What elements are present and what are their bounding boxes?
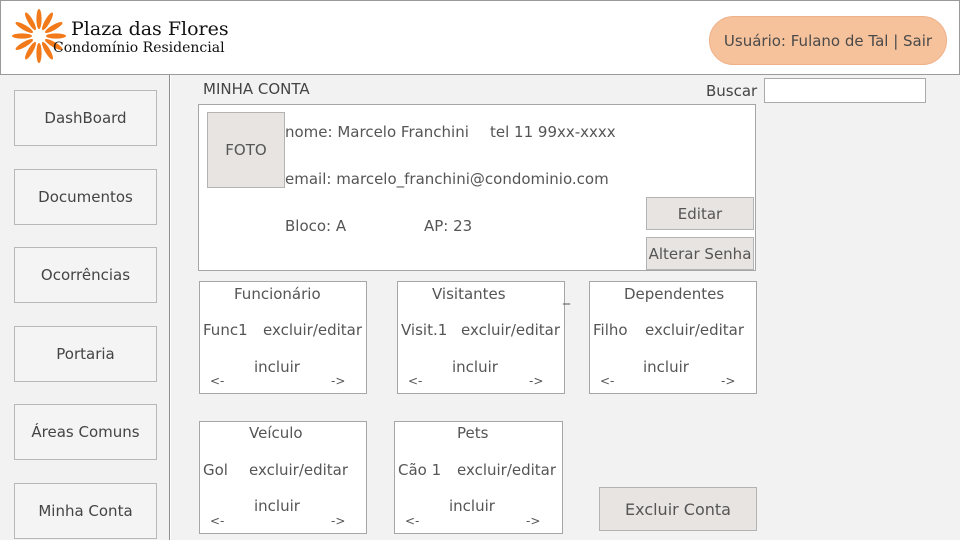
profile-photo: FOTO xyxy=(207,112,285,188)
pets-include-link[interactable]: incluir xyxy=(449,497,495,515)
profile-apartment: AP: 23 xyxy=(424,217,473,235)
veiculo-prev-arrow[interactable]: <- xyxy=(210,514,224,528)
edit-button[interactable]: Editar xyxy=(646,197,754,230)
visitantes-next-arrow[interactable]: -> xyxy=(529,374,543,388)
funcionario-include-link[interactable]: incluir xyxy=(254,358,300,376)
profile-phone: tel 11 99xx-xxxx xyxy=(490,123,616,141)
sidebar-item-dashboard[interactable]: DashBoard xyxy=(14,90,157,146)
sidebar-item-minha-conta[interactable]: Minha Conta xyxy=(14,483,157,539)
visitantes-include-link[interactable]: incluir xyxy=(452,358,498,376)
pets-item: Cão 1 xyxy=(398,461,442,479)
profile-block: Bloco: A xyxy=(285,217,347,235)
dependentes-edit-link[interactable]: excluir/editar xyxy=(645,321,744,339)
delete-account-button[interactable]: Excluir Conta xyxy=(599,487,757,531)
visitantes-prev-arrow[interactable]: <- xyxy=(408,374,422,388)
veiculo-next-arrow[interactable]: -> xyxy=(331,514,345,528)
funcionario-prev-arrow[interactable]: <- xyxy=(210,374,224,388)
veiculo-include-link[interactable]: incluir xyxy=(254,497,300,515)
sidebar-item-ocorrencias[interactable]: Ocorrências xyxy=(14,247,157,303)
dependentes-prev-arrow[interactable]: <- xyxy=(600,374,614,388)
veiculo-edit-link[interactable]: excluir/editar xyxy=(249,461,348,479)
pets-title: Pets xyxy=(457,424,489,442)
page-title: MINHA CONTA xyxy=(203,80,310,98)
visitantes-edit-link[interactable]: excluir/editar xyxy=(461,321,560,339)
search-input[interactable] xyxy=(764,78,926,103)
veiculo-item: Gol xyxy=(203,461,228,479)
funcionario-item: Func1 xyxy=(203,321,248,339)
header: Plaza das Flores Condomínio Residencial … xyxy=(0,0,960,75)
brand-subtitle: Condomínio Residencial xyxy=(53,40,225,56)
sidebar-item-areas-comuns[interactable]: Áreas Comuns xyxy=(14,404,157,460)
dependentes-next-arrow[interactable]: -> xyxy=(721,374,735,388)
stray-mark: _ xyxy=(563,289,570,305)
pets-next-arrow[interactable]: -> xyxy=(526,514,540,528)
brand-title: Plaza das Flores xyxy=(71,18,229,40)
search-label: Buscar xyxy=(706,82,758,100)
user-logout-pill[interactable]: Usuário: Fulano de Tal | Sair xyxy=(709,16,947,65)
veiculo-title: Veículo xyxy=(249,424,303,442)
funcionario-edit-link[interactable]: excluir/editar xyxy=(263,321,362,339)
sidebar-item-documentos[interactable]: Documentos xyxy=(14,169,157,225)
profile-name: nome: Marcelo Franchini xyxy=(285,123,469,141)
sidebar-item-portaria[interactable]: Portaria xyxy=(14,326,157,382)
profile-email: email: marcelo_franchini@condominio.com xyxy=(285,170,609,188)
change-password-button[interactable]: Alterar Senha xyxy=(646,237,754,270)
pets-edit-link[interactable]: excluir/editar xyxy=(457,461,556,479)
visitantes-title: Visitantes xyxy=(432,285,506,303)
dependentes-title: Dependentes xyxy=(624,285,725,303)
visitantes-item: Visit.1 xyxy=(401,321,448,339)
dependentes-include-link[interactable]: incluir xyxy=(643,358,689,376)
funcionario-next-arrow[interactable]: -> xyxy=(331,374,345,388)
dependentes-item: Filho xyxy=(593,321,628,339)
funcionario-title: Funcionário xyxy=(234,285,321,303)
pets-prev-arrow[interactable]: <- xyxy=(405,514,419,528)
